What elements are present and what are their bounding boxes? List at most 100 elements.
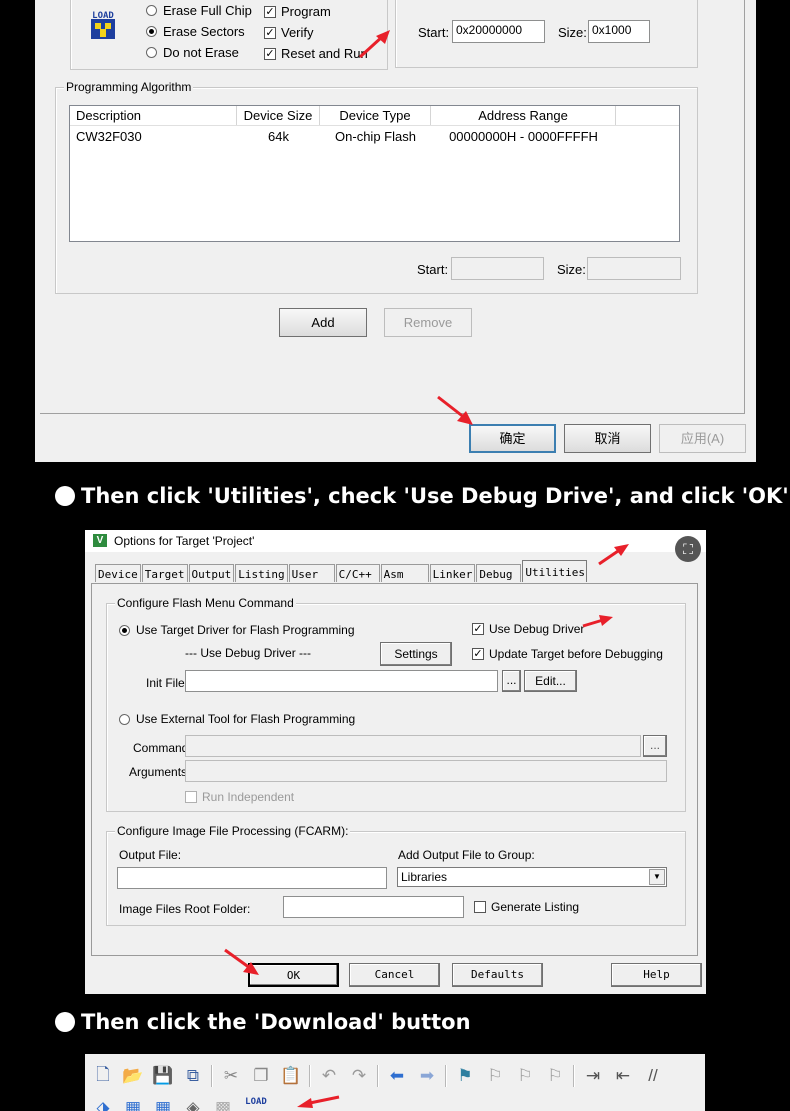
redo-icon[interactable]: ↷ (347, 1065, 371, 1087)
download-load-icon[interactable]: LOAD (241, 1097, 271, 1111)
comment-icon[interactable]: // (641, 1065, 665, 1087)
erase-full-chip-label: Erase Full Chip (163, 3, 252, 18)
col-device-type[interactable]: Device Type (320, 106, 431, 125)
check-mark-icon: ✓ (264, 47, 276, 60)
save-icon[interactable]: 💾 (151, 1065, 175, 1087)
output-group-select[interactable]: Libraries ▼ (397, 867, 667, 887)
screenshot-icon[interactable]: ⛶ (675, 536, 701, 562)
command-browse-button[interactable]: ... (643, 735, 667, 757)
clear-bookmarks-icon[interactable]: ⚐ (543, 1065, 567, 1087)
open-folder-icon[interactable]: 📂 (121, 1065, 145, 1087)
root-folder-input[interactable] (283, 896, 464, 918)
ram-size-input[interactable]: 0x1000 (588, 20, 650, 43)
programming-algorithm-title: Programming Algorithm (64, 80, 194, 94)
tab-target[interactable]: Target (141, 564, 188, 582)
keil-toolbar: 🗋 📂 💾 ⧉ ✂ ❐ 📋 ↶ ↷ ⬅ ➡ ⚑ ⚐ ⚐ ⚐ ⇥ ⇤ // ⬗ ▦… (85, 1054, 705, 1111)
col-address-range[interactable]: Address Range (431, 106, 616, 125)
generate-listing-label: Generate Listing (491, 900, 580, 914)
tab-debug[interactable]: Debug (476, 564, 522, 582)
update-target-checkbox[interactable]: ✓ Update Target before Debugging (472, 647, 663, 661)
defaults-button[interactable]: Defaults (452, 963, 543, 987)
load-icon: LOAD (91, 11, 115, 39)
flash-download-dialog: LOAD Erase Full Chip Erase Sectors Do no… (35, 0, 756, 462)
cancel-button[interactable]: Cancel (349, 963, 440, 987)
init-file-label: Init File: (146, 676, 189, 690)
navigate-back-icon[interactable]: ⬅ (385, 1065, 409, 1087)
erase-full-chip-radio[interactable]: Erase Full Chip (146, 3, 252, 18)
add-button[interactable]: Add (279, 308, 367, 337)
tab-c-cpp[interactable]: C/C++ (335, 564, 380, 582)
toolbar-separator (309, 1065, 311, 1087)
edit-button[interactable]: Edit... (524, 670, 577, 692)
settings-button[interactable]: Settings (380, 642, 452, 666)
red-arrow-icon (358, 30, 390, 59)
table-row[interactable]: CW32F030 64k On-chip Flash 00000000H - 0… (70, 126, 679, 144)
new-file-icon[interactable]: 🗋 (91, 1065, 115, 1087)
reset-and-run-checkbox[interactable]: ✓ Reset and Run (264, 46, 368, 61)
apply-button[interactable]: 应用(A) (659, 424, 746, 453)
translate-icon[interactable]: ⬗ (91, 1097, 115, 1111)
help-button[interactable]: Help (611, 963, 702, 987)
verify-checkbox[interactable]: ✓ Verify (264, 25, 314, 40)
build-toolbar: ⬗ ▦ ▦ ◈ ▩ LOAD (85, 1094, 271, 1111)
ram-start-input[interactable]: 0x20000000 (452, 20, 545, 43)
utilities-page: Configure Flash Menu Command Use Target … (91, 583, 698, 956)
cell-device-size: 64k (268, 129, 289, 144)
caption-text: Then click the 'Download' button (81, 1010, 471, 1034)
browse-button[interactable]: ... (502, 670, 521, 692)
ok-button[interactable]: 确定 (469, 424, 556, 453)
radio-dot (119, 713, 130, 725)
build-icon[interactable]: ▦ (121, 1097, 145, 1111)
use-debug-driver-checkbox[interactable]: ✓ Use Debug Driver (472, 622, 584, 636)
generate-listing-checkbox[interactable]: Generate Listing (474, 900, 579, 914)
cancel-button[interactable]: 取消 (564, 424, 651, 453)
tab-listing[interactable]: Listing (235, 564, 288, 582)
unindent-icon[interactable]: ⇤ (611, 1065, 635, 1087)
undo-icon[interactable]: ↶ (317, 1065, 341, 1087)
check-mark-icon: ✓ (472, 623, 484, 635)
copy-icon[interactable]: ❐ (249, 1065, 273, 1087)
tab-device[interactable]: Device (95, 564, 141, 582)
red-arrow-icon (297, 1095, 340, 1108)
save-all-icon[interactable]: ⧉ (181, 1065, 205, 1087)
tab-linker[interactable]: Linker (429, 564, 476, 582)
bookmark-icon[interactable]: ⚑ (453, 1065, 477, 1087)
toolbar-separator (445, 1065, 447, 1087)
col-description[interactable]: Description (70, 106, 237, 125)
image-processing-title: Configure Image File Processing (FCARM): (115, 824, 351, 838)
cell-description: CW32F030 (76, 129, 142, 144)
red-arrow-icon (598, 544, 629, 566)
do-not-erase-label: Do not Erase (163, 45, 239, 60)
run-independent-checkbox[interactable]: Run Independent (185, 790, 294, 804)
cut-icon[interactable]: ✂ (219, 1065, 243, 1087)
radio-dot-selected (119, 624, 130, 636)
navigate-forward-icon[interactable]: ➡ (415, 1065, 439, 1087)
rebuild-icon[interactable]: ▦ (151, 1097, 175, 1111)
program-checkbox[interactable]: ✓ Program (264, 4, 331, 19)
remove-button[interactable]: Remove (384, 308, 472, 337)
erase-sectors-radio[interactable]: Erase Sectors (146, 24, 245, 39)
tab-user[interactable]: User (288, 564, 335, 582)
instruction-caption: Then click 'Utilities', check 'Use Debug… (55, 484, 790, 508)
output-file-input[interactable] (117, 867, 387, 889)
next-bookmark-icon[interactable]: ⚐ (513, 1065, 537, 1087)
use-target-driver-radio[interactable]: Use Target Driver for Flash Programming (119, 623, 355, 637)
tab-output[interactable]: Output (188, 564, 235, 582)
stop-build-icon[interactable]: ▩ (211, 1097, 235, 1111)
init-file-input[interactable] (185, 670, 498, 692)
prev-bookmark-icon[interactable]: ⚐ (483, 1065, 507, 1087)
indent-icon[interactable]: ⇥ (581, 1065, 605, 1087)
batch-build-icon[interactable]: ◈ (181, 1097, 205, 1111)
use-external-tool-radio[interactable]: Use External Tool for Flash Programming (119, 712, 355, 726)
bullet-icon (55, 1012, 75, 1032)
do-not-erase-radio[interactable]: Do not Erase (146, 45, 239, 60)
paste-icon[interactable]: 📋 (279, 1065, 303, 1087)
output-file-label: Output File: (119, 848, 182, 862)
load-icon-label: LOAD (92, 11, 114, 21)
tab-utilities[interactable]: Utilities (522, 560, 588, 582)
col-device-size[interactable]: Device Size (237, 106, 320, 125)
keil-app-icon: V (93, 534, 107, 547)
update-target-label: Update Target before Debugging (489, 647, 663, 661)
tab-asm[interactable]: Asm (380, 564, 429, 582)
file-toolbar: 🗋 📂 💾 ⧉ ✂ ❐ 📋 ↶ ↷ ⬅ ➡ ⚑ ⚐ ⚐ ⚐ ⇥ ⇤ // (85, 1062, 665, 1090)
